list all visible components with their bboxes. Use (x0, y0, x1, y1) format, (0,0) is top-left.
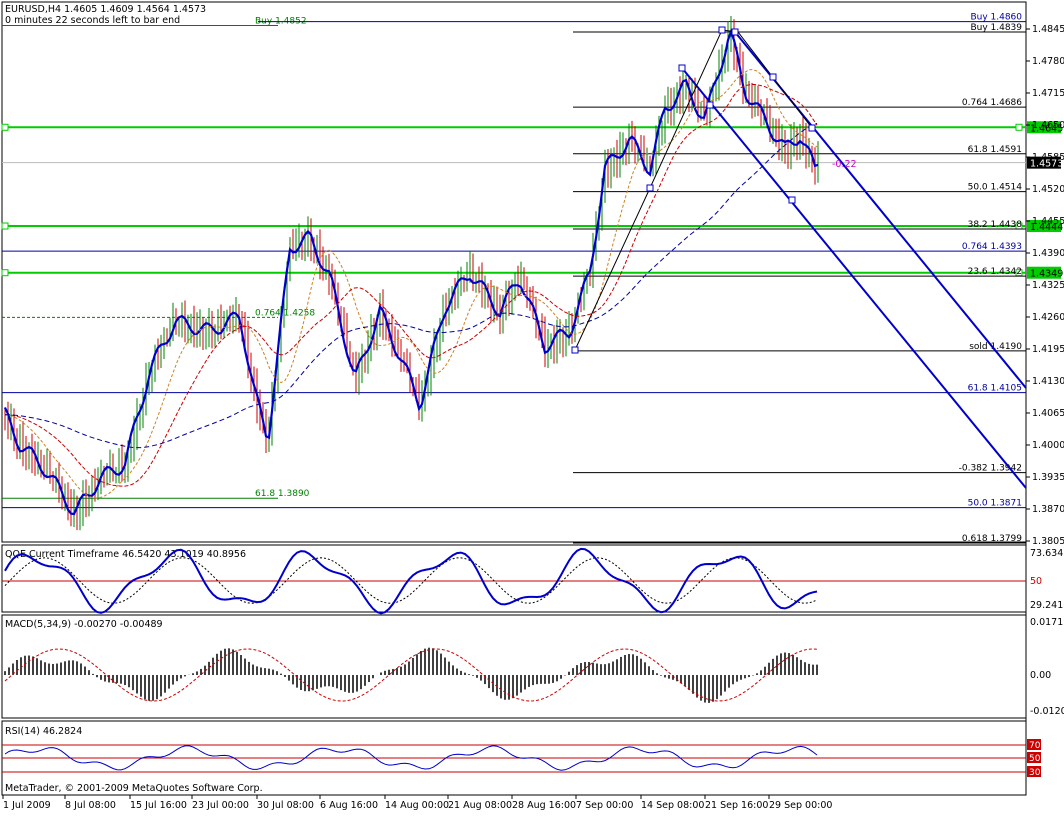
copyright: MetaTrader, © 2001-2009 MetaQuotes Softw… (5, 783, 263, 794)
channel-anchor-point (769, 73, 777, 81)
time-tick-label: 14 Aug 00:00 (385, 800, 449, 811)
time-tick-label: 21 Aug 08:00 (448, 800, 512, 811)
difference-annotation: -0.22 (832, 159, 857, 170)
price-tick-label: 1.3870 (1032, 504, 1064, 515)
macd-histogram (4, 647, 818, 703)
fib-level-label: 61.8 1.4591 (968, 145, 1022, 155)
trend-channel[interactable] (571, 26, 1027, 489)
macd-tick-low: -0.01206 (1030, 706, 1064, 717)
channel-anchor-point (718, 26, 726, 34)
qqe-tick-mid: 50 (1030, 576, 1042, 587)
channel-anchor-point (731, 28, 739, 36)
time-tick-label: 28 Aug 16:00 (512, 800, 576, 811)
fib-level-label: 23.6 1.4342 (968, 267, 1022, 277)
level-handle-left (1, 123, 9, 131)
price-tick-label: 1.4195 (1032, 344, 1064, 355)
fib-level-label: 50.0 1.3871 (968, 499, 1022, 509)
price-tick-label: 1.4260 (1032, 312, 1064, 323)
price-tick-label: 1.4325 (1032, 280, 1064, 291)
level-price-label: 1.4349 (1030, 269, 1063, 280)
fib-level-label: 0.764 1.4258 (255, 308, 315, 318)
channel-lower-line (681, 67, 1027, 489)
fib-level-label: Buy 1.4860 (970, 13, 1022, 23)
macd-signal-line (4, 648, 818, 702)
trend-ma-line (4, 122, 818, 449)
medium-ma-line (4, 69, 818, 499)
macd-tick-zero: 0.00 (1030, 670, 1051, 681)
symbol-line: EURUSD,H4 1.4605 1.4609 1.4564 1.4573 (5, 4, 206, 15)
fib-level-label: 50.0 1.4514 (968, 183, 1023, 193)
chart-canvas[interactable]: 1.46451.44441.4349Buy 1.4852 Buy 1.4860Bu… (0, 0, 1064, 812)
rsi-tick-70: 70 (1029, 741, 1041, 751)
slow-ma-line (4, 83, 818, 487)
fib-level-label: 0.764 1.4393 (962, 242, 1022, 252)
channel-anchor-point (678, 64, 686, 72)
current-price-label: 1.4573 (1030, 159, 1063, 170)
price-tick-label: 1.4715 (1032, 88, 1064, 99)
time-tick-label: 7 Sep 00:00 (576, 800, 633, 811)
fib-level-label: 0.618 1.3799 (962, 534, 1022, 544)
time-tick-label: 21 Sep 16:00 (705, 800, 768, 811)
price-tick-label: 1.4130 (1032, 376, 1064, 387)
price-tick-label: 1.3935 (1032, 472, 1064, 483)
time-tick-label: 14 Sep 08:00 (641, 800, 704, 811)
rsi-tick-50: 50 (1029, 754, 1041, 764)
level-handle-left (1, 222, 9, 230)
time-tick-label: 23 Jul 00:00 (192, 800, 249, 811)
level-handle-left (1, 269, 9, 277)
time-tick-label: 15 Jul 16:00 (130, 800, 187, 811)
fib-level-label: 0.764 1.4686 (962, 98, 1022, 108)
time-tick-label: 29 Sep 00:00 (769, 800, 832, 811)
macd-tick-high: 0.0171 (1030, 617, 1063, 628)
price-tick-label: 1.4845 (1032, 24, 1064, 35)
price-tick-label: 1.4650 (1032, 120, 1064, 131)
bar-timer: 0 minutes 22 seconds left to bar end (5, 15, 180, 26)
macd-pane-frame (1, 614, 1027, 719)
time-axis: 1 Jul 2009 8 Jul 08:00 15 Jul 16:00 23 Jul … (2, 795, 832, 811)
metatrader-chart-window: 1.4645 1.4444 1.4349 Buy 1.4852 Buy 1.4860 Bu… (0, 0, 1064, 812)
time-tick-label: 6 Aug 16:00 (320, 800, 378, 811)
price-tick-label: 1.4065 (1032, 408, 1064, 419)
price-tick-label: 1.4000 (1032, 440, 1064, 451)
channel-anchor-point (646, 184, 654, 192)
channel-anchor-point (788, 196, 796, 204)
level-handle-right (1015, 123, 1023, 131)
time-tick-label: 30 Jul 08:00 (257, 800, 314, 811)
price-tick-label: 1.4455 (1032, 216, 1064, 227)
price-tick-label: 1.3805 (1032, 536, 1064, 547)
rsi-tick-30: 30 (1029, 768, 1041, 778)
fib-level-label: 61.8 1.4105 (968, 384, 1022, 394)
price-tick-label: 1.4780 (1032, 56, 1064, 67)
price-axis: 1.48451.47801.47151.46501.45851.45201.44… (1026, 24, 1064, 547)
price-levels: 1.46451.44441.4349Buy 1.4852 Buy 1.4860Bu… (1, 13, 1063, 544)
fib-level-label: 61.8 1.3890 (255, 489, 310, 499)
fib-level-label: 38.2 1.4438 (968, 220, 1023, 230)
rsi-title: RSI(14) 46.2824 (5, 726, 82, 737)
channel-anchor-point (571, 346, 579, 354)
time-tick-label: 1 Jul 2009 (3, 800, 51, 811)
price-tick-label: 1.4390 (1032, 248, 1064, 259)
qqe-tick-high: 73.6343 (1030, 548, 1064, 559)
time-tick-label: 8 Jul 08:00 (65, 800, 116, 811)
price-tick-label: 1.4520 (1032, 184, 1064, 195)
channel-anchor-point (706, 101, 714, 109)
macd-title: MACD(5,34,9) -0.00270 -0.00489 (5, 619, 163, 630)
fib-level-label: Buy 1.4839 (970, 23, 1022, 33)
channel-anchor-point (808, 124, 816, 132)
qqe-title: QQE Current Timeframe 46.5420 43.1019 40… (5, 549, 246, 560)
qqe-tick-low: 29.2416 (1030, 600, 1064, 611)
